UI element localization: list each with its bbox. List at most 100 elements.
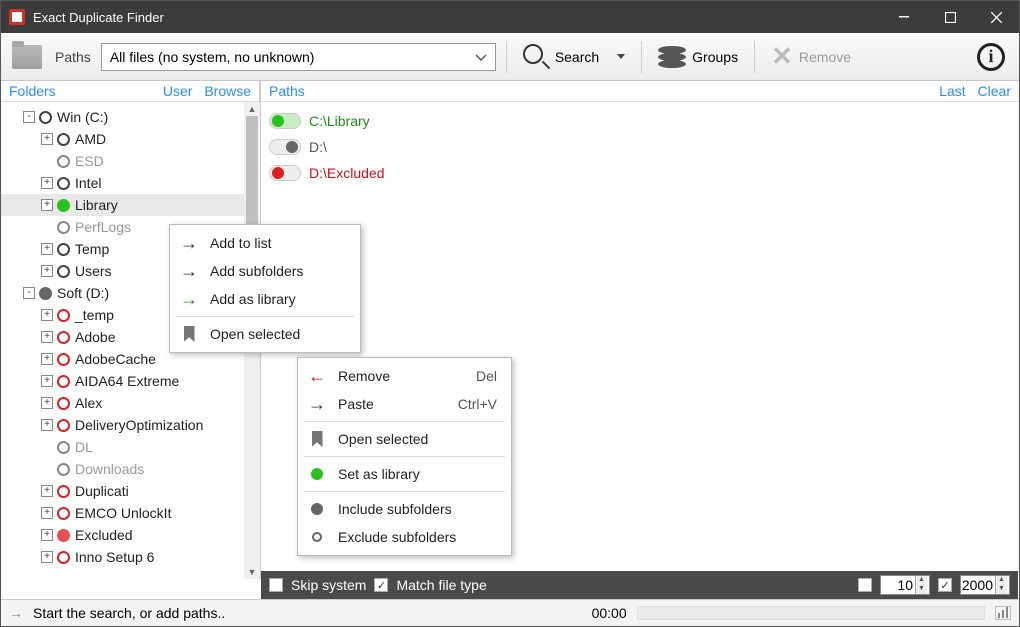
tree-row[interactable]: ESD <box>1 150 260 172</box>
search-dropdown-caret[interactable] <box>617 54 625 59</box>
path-toggle[interactable] <box>269 165 301 181</box>
status-hint: Start the search, or add paths.. <box>33 605 225 621</box>
expand-icon[interactable]: + <box>41 551 53 563</box>
last-link[interactable]: Last <box>939 83 965 99</box>
expand-icon[interactable]: + <box>41 485 53 497</box>
expand-icon[interactable]: + <box>41 265 53 277</box>
dot-green-icon <box>308 468 326 480</box>
search-button[interactable]: Search <box>517 40 605 74</box>
chart-icon[interactable] <box>995 606 1011 620</box>
menu-include-subfolders[interactable]: Include subfolders <box>298 495 511 523</box>
info-button[interactable]: i <box>971 39 1011 75</box>
tree-label: Adobe <box>75 329 115 345</box>
spin-up-icon[interactable]: ▲ <box>996 576 1007 585</box>
path-row[interactable]: C:\Library <box>269 108 1011 134</box>
minimize-button[interactable] <box>881 1 927 33</box>
menu-add-to-list[interactable]: → Add to list <box>170 229 360 257</box>
tree-row[interactable]: -Win (C:) <box>1 106 260 128</box>
expand-icon[interactable]: + <box>41 375 53 387</box>
ring-red-icon <box>57 397 70 410</box>
expand-icon[interactable]: + <box>41 243 53 255</box>
maximize-button[interactable] <box>927 1 973 33</box>
menu-paste[interactable]: → Paste Ctrl+V <box>298 390 511 418</box>
remove-label: Remove <box>799 49 851 65</box>
opt1-checkbox[interactable] <box>858 578 872 592</box>
menu-add-as-library[interactable]: → Add as library <box>170 285 360 313</box>
tree-row[interactable]: +Excluded <box>1 524 260 546</box>
paths-title: Paths <box>269 83 305 99</box>
filter-combo[interactable]: All files (no system, no unknown) <box>101 43 496 71</box>
ring-icon <box>57 243 70 256</box>
menu-open-selected-r[interactable]: Open selected <box>298 425 511 453</box>
spin-up-icon[interactable]: ▲ <box>916 576 927 585</box>
expand-icon[interactable]: + <box>41 419 53 431</box>
tree-label: Intel <box>75 175 101 191</box>
user-link[interactable]: User <box>163 83 193 99</box>
path-toggle[interactable] <box>269 113 301 129</box>
dot-gray-icon <box>308 503 326 515</box>
database-icon <box>658 46 686 68</box>
path-row[interactable]: D:\ <box>269 134 1011 160</box>
filter-value: All files (no system, no unknown) <box>110 49 315 65</box>
tree-row[interactable]: +AIDA64 Extreme <box>1 370 260 392</box>
path-text: D:\Excluded <box>309 165 384 181</box>
remove-button[interactable]: ✕ Remove <box>765 37 857 76</box>
tree-row[interactable]: + Intel <box>1 172 260 194</box>
collapse-icon[interactable]: - <box>23 287 35 299</box>
path-row[interactable]: D:\Excluded <box>269 160 1011 186</box>
expand-icon[interactable]: + <box>41 331 53 343</box>
dot-green-icon <box>57 199 70 212</box>
menu-exclude-subfolders[interactable]: Exclude subfolders <box>298 523 511 551</box>
menu-open-selected[interactable]: Open selected <box>170 320 360 348</box>
spin-down-icon[interactable]: ▼ <box>996 585 1007 594</box>
opt2-checkbox[interactable]: ✓ <box>938 578 952 592</box>
tree-label: AMD <box>75 131 106 147</box>
match-file-type-checkbox[interactable]: ✓ <box>374 578 388 592</box>
ring-red-icon <box>57 485 70 498</box>
menu-remove[interactable]: ← Remove Del <box>298 362 511 390</box>
bookmark-icon <box>308 431 326 447</box>
skip-system-checkbox[interactable] <box>269 578 283 592</box>
scroll-up-icon[interactable]: ▲ <box>244 102 260 116</box>
ring-red-icon <box>57 309 70 322</box>
number-input-1[interactable]: 10 ▲▼ <box>880 575 930 595</box>
tree-row[interactable]: +Inno Setup 6 <box>1 546 260 568</box>
spin-down-icon[interactable]: ▼ <box>916 585 927 594</box>
tree-row[interactable]: +Library <box>1 194 260 216</box>
scroll-down-icon[interactable]: ▼ <box>244 565 260 579</box>
menu-set-as-library[interactable]: Set as library <box>298 460 511 488</box>
tree-row[interactable]: +Alex <box>1 392 260 414</box>
expand-icon[interactable]: + <box>41 177 53 189</box>
paths-context-menu: ← Remove Del → Paste Ctrl+V Open selecte… <box>297 357 512 556</box>
expand-icon[interactable]: + <box>41 397 53 409</box>
tree-row[interactable]: Downloads <box>1 458 260 480</box>
tree-row[interactable]: + EMCO UnlockIt <box>1 502 260 524</box>
menu-add-subfolders[interactable]: → Add subfolders <box>170 257 360 285</box>
expand-icon[interactable]: + <box>41 199 53 211</box>
groups-label: Groups <box>692 49 738 65</box>
tree-label: Users <box>75 263 112 279</box>
expand-icon[interactable]: + <box>41 507 53 519</box>
close-button[interactable] <box>973 1 1019 33</box>
clear-link[interactable]: Clear <box>978 83 1011 99</box>
expand-icon[interactable]: + <box>41 133 53 145</box>
expand-icon[interactable]: + <box>41 309 53 321</box>
expand-icon[interactable]: + <box>41 529 53 541</box>
tree-row[interactable]: + AMD <box>1 128 260 150</box>
titlebar: Exact Duplicate Finder <box>1 1 1019 33</box>
tree-label: Temp <box>75 241 109 257</box>
ring-red-icon <box>57 353 70 366</box>
expand-icon[interactable]: + <box>41 353 53 365</box>
ring-red-icon <box>57 419 70 432</box>
collapse-icon[interactable]: - <box>23 111 35 123</box>
ring-icon <box>57 133 70 146</box>
expander-placeholder <box>41 463 53 475</box>
number-input-2[interactable]: 2000 ▲▼ <box>960 575 1010 595</box>
tree-row[interactable]: +DeliveryOptimization <box>1 414 260 436</box>
tree-label: EMCO UnlockIt <box>75 505 171 521</box>
groups-button[interactable]: Groups <box>652 42 744 72</box>
tree-row[interactable]: DL <box>1 436 260 458</box>
path-toggle[interactable] <box>269 139 301 155</box>
tree-row[interactable]: +Duplicati <box>1 480 260 502</box>
browse-link[interactable]: Browse <box>204 83 251 99</box>
